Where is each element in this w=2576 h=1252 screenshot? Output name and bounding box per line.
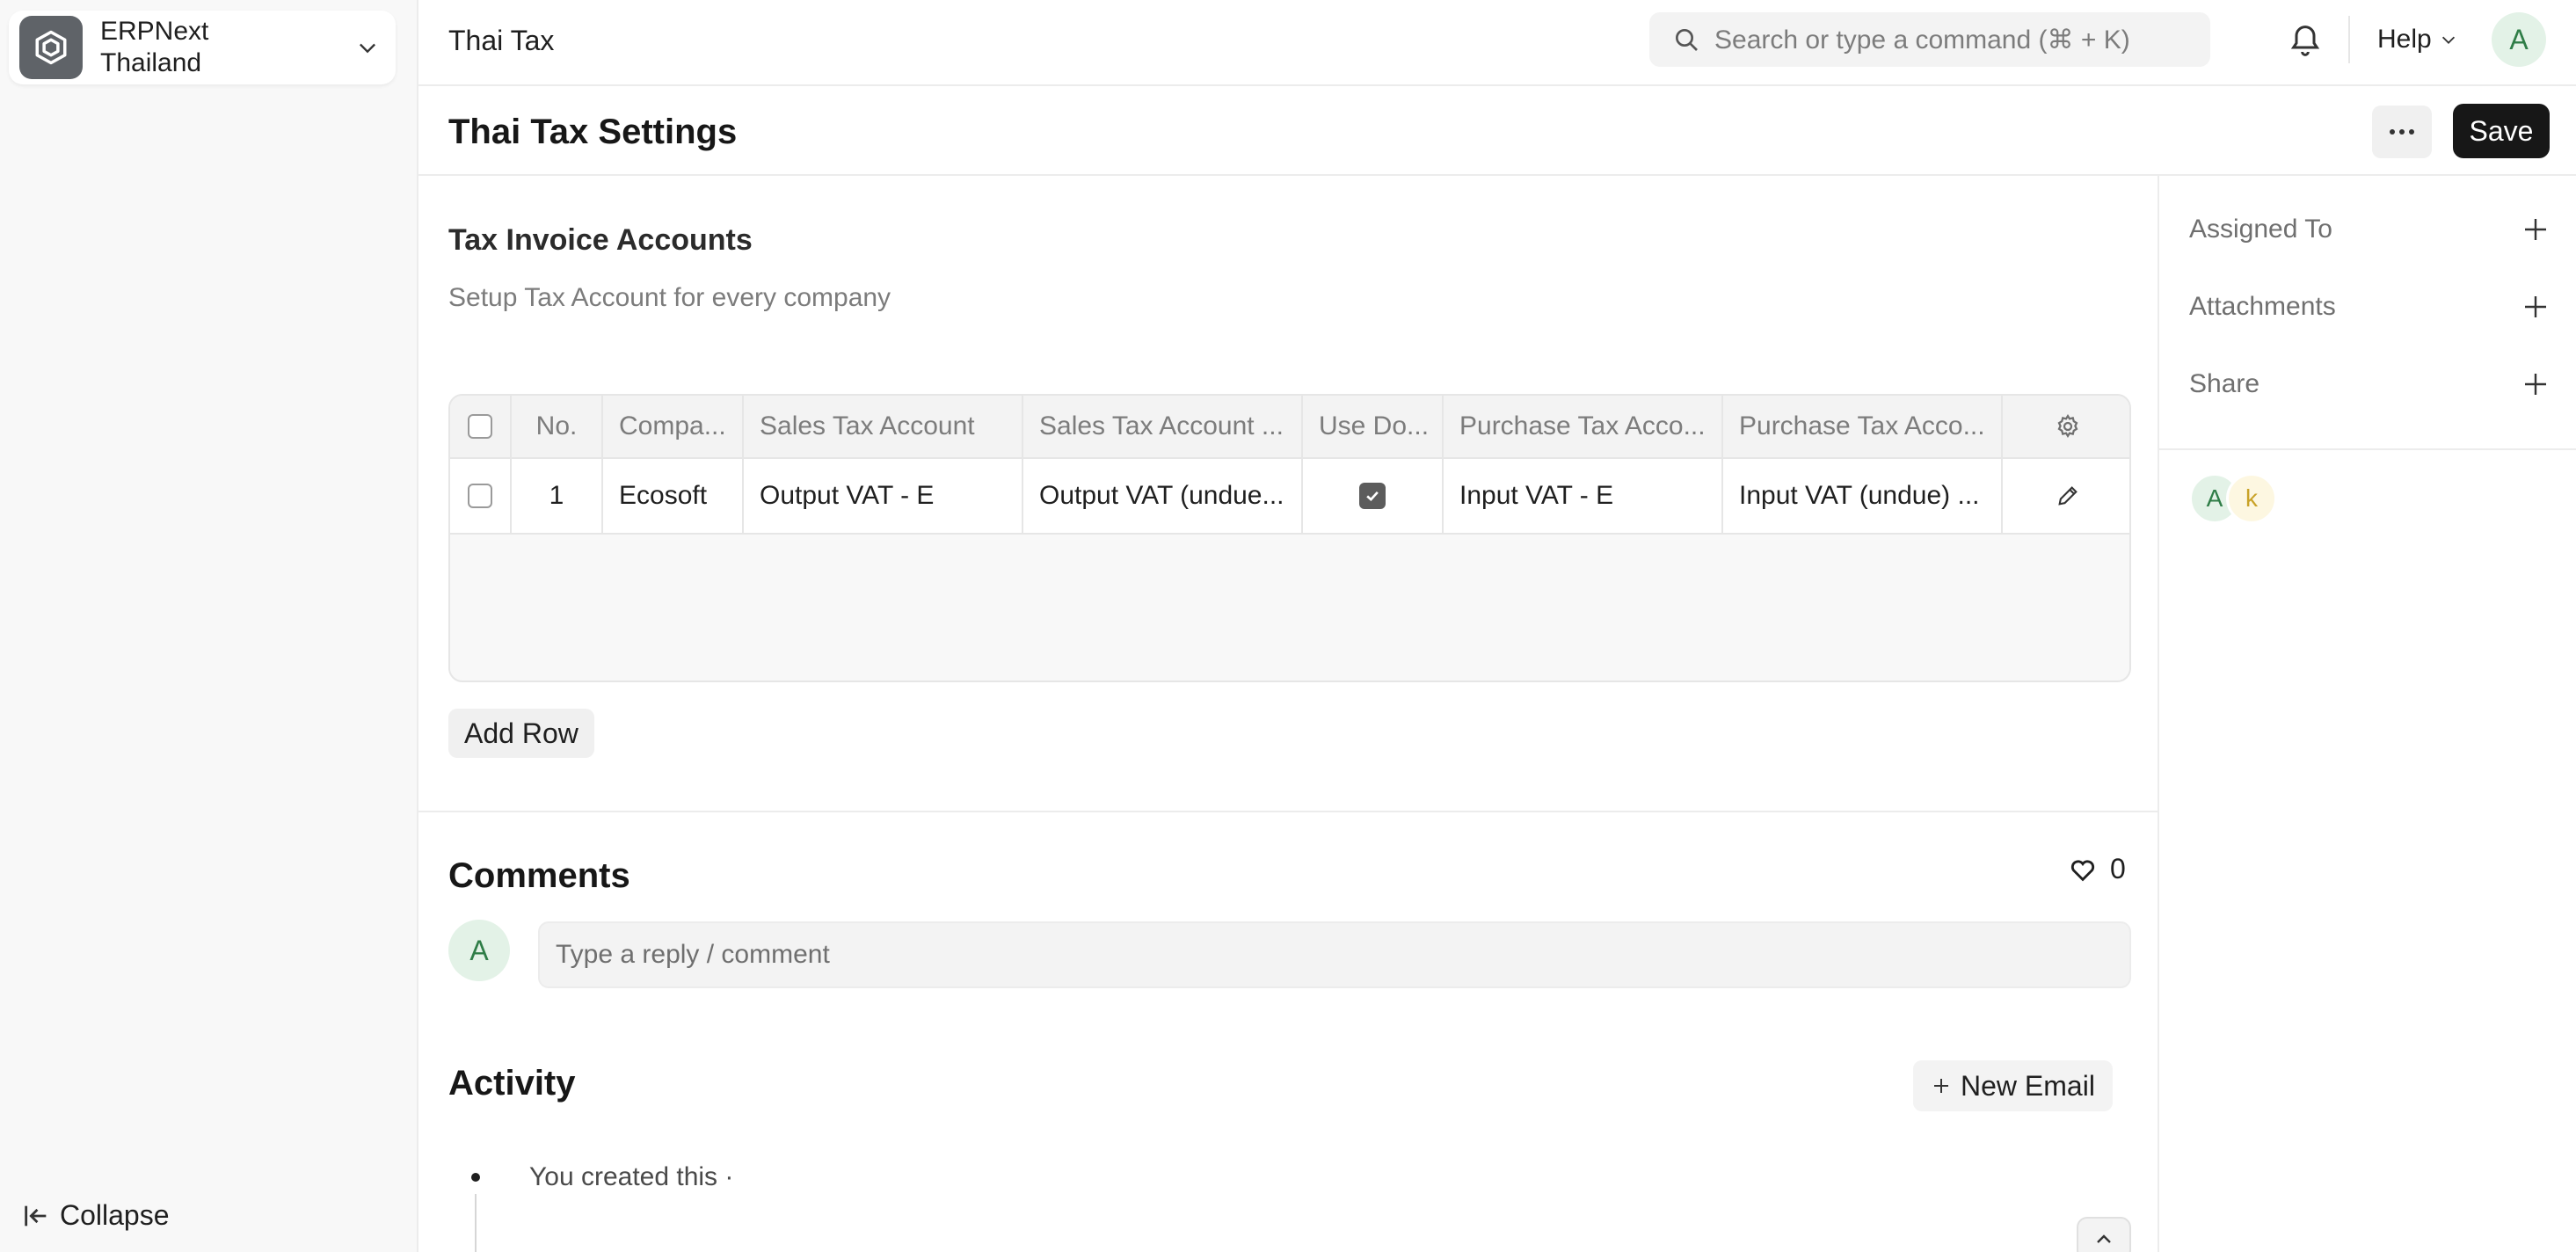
plus-icon (1931, 1075, 1952, 1096)
row-number: 1 (512, 459, 603, 533)
top-navbar: Thai Tax Search or type a command (⌘ + K… (418, 0, 2576, 86)
column-header-use-doc: Use Do... (1303, 396, 1444, 457)
share-label: Share (2189, 369, 2260, 398)
new-email-label: New Email (1961, 1069, 2095, 1102)
search-input[interactable]: Search or type a command (⌘ + K) (1714, 25, 2130, 55)
help-menu[interactable]: Help (2377, 25, 2458, 55)
viewers-group: A k (2189, 473, 2277, 524)
more-actions-button[interactable] (2372, 106, 2432, 158)
help-label: Help (2377, 25, 2432, 54)
row-edit-cell (2003, 459, 2129, 533)
gear-icon[interactable] (2055, 413, 2081, 440)
select-all-checkbox[interactable] (468, 414, 492, 439)
select-all-cell (450, 396, 512, 457)
chevron-up-icon (2093, 1229, 2114, 1250)
cell-use-doc (1303, 459, 1444, 533)
column-settings-cell (2003, 396, 2129, 457)
attachments-row[interactable]: Attachments (2189, 285, 2550, 329)
activity-item: You created this · (529, 1162, 734, 1191)
section-description: Setup Tax Account for every company (448, 283, 891, 312)
bell-icon[interactable] (2288, 21, 2323, 56)
page-header: Thai Tax Settings Save (418, 86, 2576, 176)
column-header-sales-tax-account: Sales Tax Account (744, 396, 1023, 457)
column-header-purchase-tax-account-undue: Purchase Tax Acco... (1723, 396, 2003, 457)
comment-avatar: A (448, 920, 510, 981)
chevron-down-icon (2439, 30, 2458, 49)
add-row-button[interactable]: Add Row (448, 709, 594, 758)
column-header-purchase-tax-account: Purchase Tax Acco... (1444, 396, 1723, 457)
attachments-label: Attachments (2189, 292, 2336, 321)
ellipsis-icon (2389, 128, 2415, 135)
user-avatar[interactable]: A (2492, 12, 2546, 67)
side-panel-divider (2159, 448, 2576, 450)
save-button[interactable]: Save (2453, 104, 2550, 158)
section-divider (418, 811, 2158, 812)
chevron-down-icon (350, 30, 385, 65)
cell-sales-tax-account-undue[interactable]: Output VAT (undue... (1023, 459, 1303, 533)
cell-purchase-tax-account-undue[interactable]: Input VAT (undue) ... (1723, 459, 2003, 533)
like-count: 0 (2110, 853, 2126, 884)
cell-sales-tax-account[interactable]: Output VAT - E (744, 459, 1023, 533)
collapse-arrow-icon (21, 1201, 51, 1231)
sidebar: ERPNext Thailand Collapse (0, 0, 418, 1252)
timeline-line (475, 1194, 477, 1252)
assigned-to-label: Assigned To (2189, 215, 2332, 244)
add-assignee-plus-icon[interactable] (2521, 215, 2550, 244)
search-icon (1672, 25, 1700, 54)
navbar-divider (2348, 16, 2350, 63)
viewer-avatar[interactable]: k (2226, 473, 2277, 524)
like-button[interactable]: 0 (2068, 853, 2126, 885)
breadcrumb[interactable]: Thai Tax (448, 25, 554, 57)
workspace-switcher[interactable]: ERPNext Thailand (9, 11, 396, 84)
erpnext-logo-icon (19, 16, 83, 79)
share-row[interactable]: Share (2189, 362, 2550, 406)
table-row[interactable]: 1 Ecosoft Output VAT - E Output VAT (und… (450, 459, 2129, 535)
table-header: No. Compa... Sales Tax Account Sales Tax… (450, 396, 2129, 459)
page-title: Thai Tax Settings (448, 113, 738, 151)
pencil-icon[interactable] (2056, 484, 2080, 508)
add-attachment-plus-icon[interactable] (2521, 293, 2550, 321)
add-share-plus-icon[interactable] (2521, 370, 2550, 398)
new-email-button[interactable]: New Email (1913, 1060, 2113, 1111)
main-content: Tax Invoice Accounts Setup Tax Account f… (418, 176, 2159, 1252)
column-header-sales-tax-account-undue: Sales Tax Account ... (1023, 396, 1303, 457)
heart-icon (2068, 855, 2098, 884)
row-checkbox[interactable] (468, 484, 492, 508)
side-panel: Assigned To Attachments Share A k (2159, 176, 2576, 1252)
row-select-cell (450, 459, 512, 533)
scroll-to-top-button[interactable] (2077, 1217, 2131, 1252)
comments-title: Comments (448, 856, 630, 895)
search-bar[interactable]: Search or type a command (⌘ + K) (1649, 12, 2210, 67)
cell-purchase-tax-account[interactable]: Input VAT - E (1444, 459, 1723, 533)
workspace-name: ERPNext Thailand (100, 17, 209, 77)
cell-company[interactable]: Ecosoft (603, 459, 744, 533)
tax-accounts-table: No. Compa... Sales Tax Account Sales Tax… (448, 394, 2131, 682)
section-title: Tax Invoice Accounts (448, 223, 753, 257)
activity-title: Activity (448, 1064, 576, 1103)
column-header-no: No. (512, 396, 603, 457)
column-header-company: Compa... (603, 396, 744, 457)
timeline-dot (471, 1173, 480, 1182)
collapse-sidebar-button[interactable]: Collapse (21, 1199, 170, 1232)
use-doc-checkbox[interactable] (1359, 483, 1386, 509)
comment-input[interactable]: Type a reply / comment (538, 921, 2131, 988)
assigned-to-row[interactable]: Assigned To (2189, 207, 2550, 251)
collapse-label: Collapse (60, 1199, 170, 1231)
